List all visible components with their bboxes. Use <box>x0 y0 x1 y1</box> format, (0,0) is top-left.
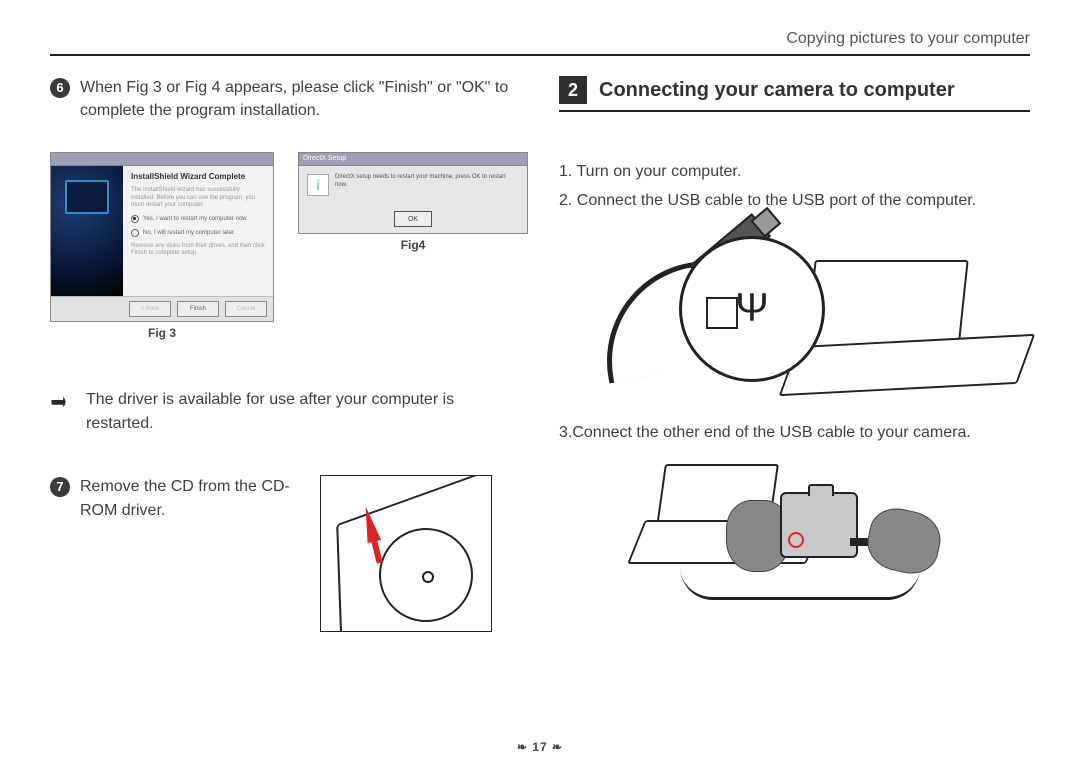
fig3-sidebar-graphic <box>51 166 123 296</box>
step-6-text: When Fig 3 or Fig 4 appears, please clic… <box>80 76 521 122</box>
page-deco-left: ❧ <box>517 740 528 754</box>
info-icon: i <box>307 174 329 196</box>
cd-disc-icon <box>379 528 473 622</box>
magnifier-circle: Ψ <box>679 236 825 382</box>
fig3-blurb: The InstallShield wizard has successfull… <box>131 187 265 209</box>
restart-note: The driver is available for use after yo… <box>50 388 521 434</box>
fig4-message: DirectX setup needs to restart your mach… <box>335 174 519 188</box>
usb-port-icon <box>706 297 738 329</box>
step-7-text: Remove the CD from the CD-ROM driver. <box>80 475 290 523</box>
connect-step-3: 3.Connect the other end of the USB cable… <box>559 424 1030 442</box>
fig3-titlebar <box>51 153 273 166</box>
section-number-badge: 2 <box>559 76 587 104</box>
fig3-wrap: InstallShield Wizard Complete The Instal… <box>50 152 274 340</box>
fig3-hint: Remove any disks from their drives, and … <box>131 243 265 257</box>
fig3-finish-button: Finish <box>177 301 219 317</box>
section-2-header: 2 Connecting your camera to computer <box>559 76 1030 112</box>
installer-screenshots: InstallShield Wizard Complete The Instal… <box>50 152 521 340</box>
two-column-layout: 6 When Fig 3 or Fig 4 appears, please cl… <box>50 76 1030 716</box>
fig4-directx-dialog: DirectX Setup i DirectX setup needs to r… <box>298 152 528 234</box>
step-6: 6 When Fig 3 or Fig 4 appears, please cl… <box>50 76 521 122</box>
fig3-heading: InstallShield Wizard Complete <box>131 172 265 181</box>
fig3-radio-no: No, I will restart my computer later. <box>131 229 265 237</box>
page-number-value: 17 <box>532 740 547 754</box>
fig3-back-button: < Back <box>129 301 171 317</box>
pointing-hand-icon <box>50 390 74 414</box>
laptop-icon <box>790 260 1020 390</box>
fig4-label: Fig4 <box>401 238 426 252</box>
fig3-installshield-window: InstallShield Wizard Complete The Instal… <box>50 152 274 322</box>
fig3-radio-yes: Yes, I want to restart my computer now. <box>131 215 265 223</box>
fig4-wrap: DirectX Setup i DirectX setup needs to r… <box>298 152 528 252</box>
connect-step-2: 2. Connect the USB cable to the USB port… <box>559 187 1030 216</box>
usb-symbol-icon: Ψ <box>735 286 768 331</box>
right-column: 2 Connecting your camera to computer 1. … <box>559 76 1030 716</box>
cd-eject-illustration <box>320 475 492 632</box>
manual-page: Copying pictures to your computer 6 When… <box>0 0 1080 766</box>
fig3-label: Fig 3 <box>148 326 176 340</box>
fig4-ok-button: OK <box>394 211 432 227</box>
fig3-cancel-button: Cancel <box>225 301 267 317</box>
left-column: 6 When Fig 3 or Fig 4 appears, please cl… <box>50 76 521 716</box>
running-head: Copying pictures to your computer <box>50 30 1030 56</box>
step-7: 7 Remove the CD from the CD-ROM driver. <box>50 475 521 632</box>
usb-to-computer-illustration: Ψ <box>559 230 1030 400</box>
step-7-badge: 7 <box>50 477 70 497</box>
connect-steps: 1. Turn on your computer. 2. Connect the… <box>559 158 1030 216</box>
usb-to-camera-illustration <box>630 464 960 604</box>
connect-step-1: 1. Turn on your computer. <box>559 158 1030 187</box>
camera-usb-jack-icon <box>788 532 804 548</box>
camera-icon <box>780 492 858 558</box>
fig4-title: DirectX Setup <box>299 153 527 166</box>
step-6-badge: 6 <box>50 78 70 98</box>
cable-icon <box>680 567 920 600</box>
section-title: Connecting your camera to computer <box>599 79 955 102</box>
page-number: ❧ 17 ❧ <box>0 740 1080 754</box>
restart-note-text: The driver is available for use after yo… <box>86 388 521 434</box>
page-deco-right: ❧ <box>552 740 563 754</box>
